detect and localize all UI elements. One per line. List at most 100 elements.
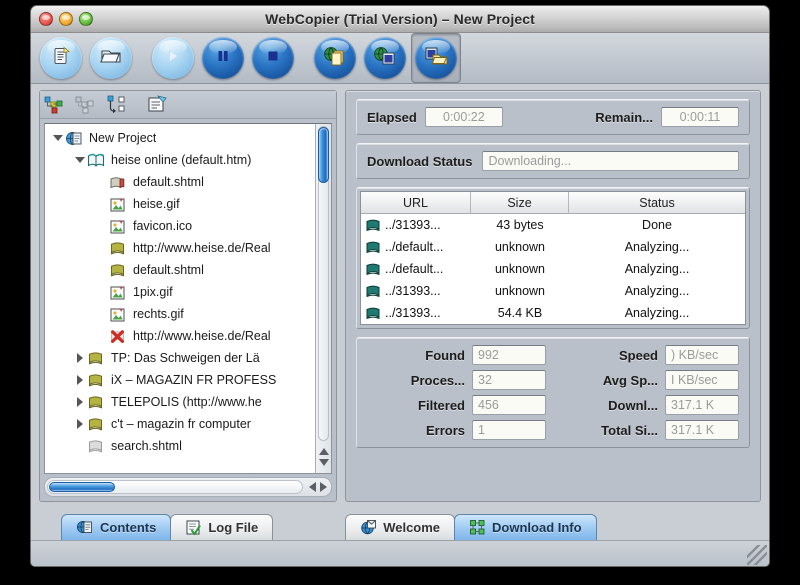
tab-label: Download Info: [492, 520, 582, 535]
toolbar-new-project-button[interactable]: [40, 37, 82, 79]
book-olive-icon: [87, 416, 107, 433]
elapsed-field-group: Elapsed 0:00:22: [367, 107, 503, 127]
tree-row-label: 1pix.gif: [133, 285, 173, 299]
cell-status: Done: [642, 218, 672, 232]
stat-line: Speed) KB/sec: [560, 345, 739, 365]
table-row[interactable]: ../default... unknown Analyzing...: [361, 236, 745, 258]
tab-log-file[interactable]: Log File: [170, 514, 274, 540]
minimize-button[interactable]: [59, 12, 73, 26]
tree-row[interactable]: default.shtml: [45, 171, 315, 193]
toolbar-copy-url-button[interactable]: [314, 37, 356, 79]
scroll-up-arrow-icon[interactable]: [318, 448, 329, 455]
tree-row[interactable]: default.shtml: [45, 259, 315, 281]
book-teal-icon: [365, 305, 382, 321]
stat-line: Filtered 456: [367, 395, 546, 415]
scroll-down-arrow-icon[interactable]: [318, 459, 329, 466]
tree-row[interactable]: New Project: [45, 127, 315, 149]
elapsed-label: Elapsed: [367, 109, 417, 125]
tab-download-info[interactable]: Download Info: [454, 514, 597, 540]
tree-row-label: TP: Das Schweigen der Lä: [111, 351, 260, 365]
tree-row[interactable]: favicon.ico: [45, 215, 315, 237]
stat-value: 1: [472, 420, 546, 440]
tab-label: Contents: [100, 520, 157, 535]
table-row[interactable]: ../default... unknown Analyzing...: [361, 258, 745, 280]
cell-status: Analyzing...: [624, 306, 690, 320]
tree-row[interactable]: http://www.heise.de/Real: [45, 237, 315, 259]
tree-hscroll-track[interactable]: [47, 480, 303, 494]
tab-label: Log File: [208, 520, 259, 535]
error-x-icon: [109, 328, 129, 345]
tree-hscroll-thumb[interactable]: [49, 482, 115, 492]
open-project-icon: [424, 46, 448, 71]
tree-row[interactable]: heise.gif: [45, 193, 315, 215]
scroll-left-arrow-icon[interactable]: [309, 482, 316, 492]
tree-row[interactable]: heise online (default.htm): [45, 149, 315, 171]
tree-row-label: heise online (default.htm): [111, 153, 252, 167]
toolbar-open-project-button[interactable]: [90, 37, 132, 79]
table-row[interactable]: ../31393... 43 bytes Done: [361, 214, 745, 236]
contents-pane: New Project heise online (default.htm) def…: [39, 90, 337, 502]
tree-row[interactable]: TELEPOLIS (http://www.he: [45, 391, 315, 413]
stat-label: Avg Sp...: [602, 372, 658, 388]
twisty-collapsed-icon[interactable]: [73, 397, 87, 407]
window-controls: [39, 12, 93, 26]
collapse-nodes-icon[interactable]: [75, 95, 97, 115]
image-icon: [109, 306, 129, 323]
close-button[interactable]: [39, 12, 53, 26]
tree-row[interactable]: iX – MAGAZIN FR PROFESS: [45, 369, 315, 391]
properties-icon[interactable]: [147, 94, 169, 115]
cell-url: ../31393...: [361, 217, 471, 233]
tree-row[interactable]: c't – magazin fr computer: [45, 413, 315, 435]
tree-horizontal-scrollbar[interactable]: [44, 477, 332, 497]
scroll-right-arrow-icon[interactable]: [320, 482, 327, 492]
tree-vscroll-thumb[interactable]: [318, 127, 329, 183]
tree-row[interactable]: http://www.heise.de/Real: [45, 325, 315, 347]
tree-toolbar: [40, 91, 336, 119]
toolbar-project-folder-button[interactable]: [415, 37, 457, 79]
cell-url-text: ../31393...: [385, 284, 441, 298]
column-header-url[interactable]: URL: [361, 192, 471, 214]
tree-row[interactable]: search.shtml: [45, 435, 315, 457]
download-info-pane: Elapsed 0:00:22 Remain... 0:00:11 Downlo…: [345, 90, 761, 502]
tree-vertical-scrollbar[interactable]: [315, 124, 331, 473]
column-header-status[interactable]: Status: [569, 192, 745, 214]
toolbar-stop-button[interactable]: [252, 37, 294, 79]
tree-row[interactable]: TP: Das Schweigen der Lä: [45, 347, 315, 369]
stop-icon: [264, 47, 282, 70]
tree-row[interactable]: rechts.gif: [45, 303, 315, 325]
toolbar-start-button[interactable]: [152, 37, 194, 79]
cell-size: unknown: [494, 262, 546, 276]
tree-row-label: http://www.heise.de/Real: [133, 241, 271, 255]
project-tree[interactable]: New Project heise online (default.htm) def…: [45, 124, 315, 473]
twisty-collapsed-icon[interactable]: [73, 419, 87, 429]
tab-welcome[interactable]: Welcome: [345, 514, 456, 540]
page-red-icon: [109, 174, 129, 191]
twisty-expanded-icon[interactable]: [73, 157, 87, 163]
download-status-value: Downloading...: [482, 151, 739, 171]
cell-status: Analyzing...: [624, 262, 690, 276]
tree-row-label: default.shtml: [133, 263, 204, 277]
cell-url: ../31393...: [361, 283, 471, 299]
twisty-expanded-icon[interactable]: [51, 135, 65, 141]
tab-contents[interactable]: Contents: [61, 514, 172, 540]
table-row[interactable]: ../31393... unknown Analyzing...: [361, 280, 745, 302]
refresh-tree-icon[interactable]: [106, 95, 128, 115]
book-grey-icon: [87, 438, 107, 455]
tree-row[interactable]: 1pix.gif: [45, 281, 315, 303]
title-bar[interactable]: WebCopier (Trial Version) – New Project: [31, 6, 769, 33]
resize-grip[interactable]: [747, 545, 767, 565]
zoom-button[interactable]: [79, 12, 93, 26]
expand-nodes-icon[interactable]: [44, 95, 66, 115]
toolbar-pause-button[interactable]: [202, 37, 244, 79]
toolbar-browse-button[interactable]: [364, 37, 406, 79]
statistics-left-column: Found 992 Proces... 32 Filtered 456 Errors 1: [367, 345, 546, 440]
toolbar-stop-wrap: [249, 34, 297, 82]
column-header-size[interactable]: Size: [471, 192, 569, 214]
toolbar-start-wrap: [149, 34, 197, 82]
book-olive-icon: [109, 262, 129, 279]
time-group: Elapsed 0:00:22 Remain... 0:00:11: [356, 99, 750, 135]
book-teal-icon: [365, 261, 382, 277]
twisty-collapsed-icon[interactable]: [73, 375, 87, 385]
twisty-collapsed-icon[interactable]: [73, 353, 87, 363]
table-row[interactable]: ../31393... 54.4 KB Analyzing...: [361, 302, 745, 324]
